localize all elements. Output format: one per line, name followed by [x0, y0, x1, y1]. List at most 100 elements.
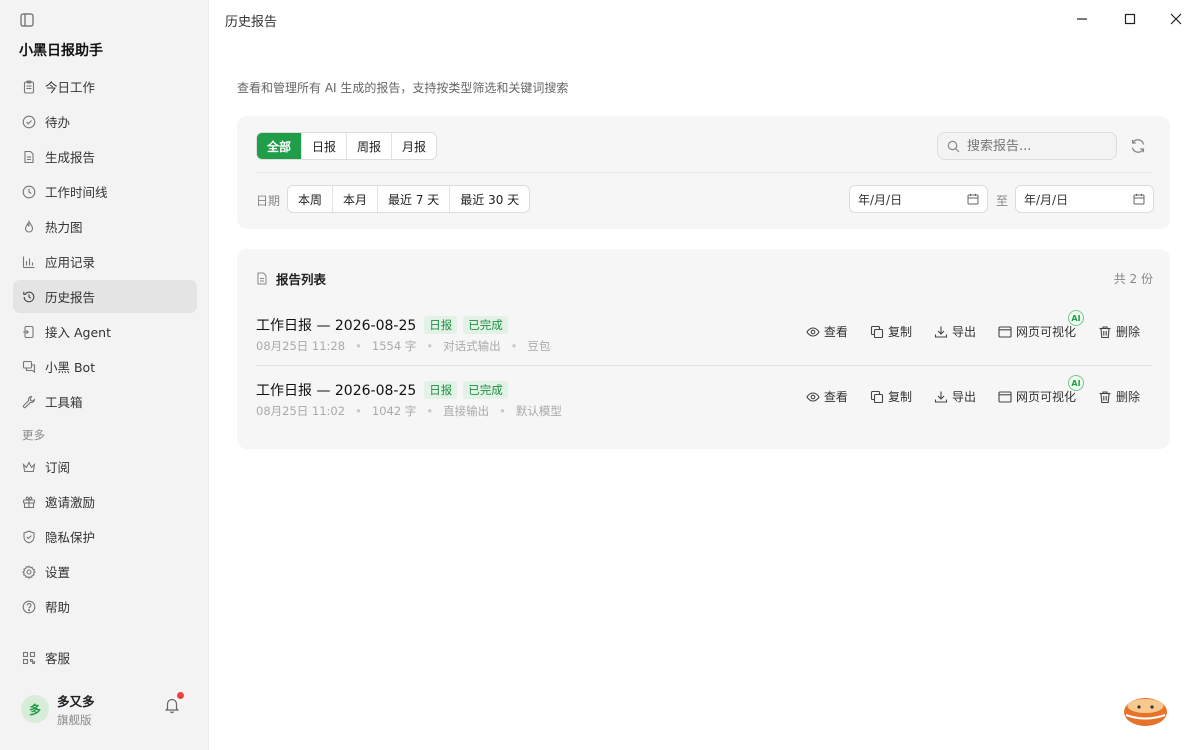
sidebar-item-bot[interactable]: 小黑 Bot	[13, 350, 197, 383]
window-title: 历史报告	[225, 15, 278, 30]
status-badge: 已完成	[463, 316, 508, 334]
calendar-icon[interactable]	[967, 193, 979, 205]
sidebar-item-invite[interactable]: 邀请激励	[13, 485, 197, 518]
shield-icon	[23, 530, 35, 543]
sidebar-item-todo[interactable]: 待办	[13, 105, 197, 138]
date-from-value: 年/月/日	[858, 192, 903, 207]
avatar: 多	[21, 695, 49, 723]
document-icon	[24, 150, 34, 163]
sidebar-item-settings[interactable]: 设置	[13, 555, 197, 588]
view-button[interactable]: 查看	[806, 323, 848, 340]
filter-weekly[interactable]: 周报	[347, 133, 393, 159]
sidebar-item-label: 待办	[45, 115, 71, 130]
ai-badge: AI	[1067, 310, 1084, 326]
sidebar-item-app-records[interactable]: 应用记录	[13, 245, 197, 278]
eye-icon	[806, 391, 820, 402]
report-list-panel: 报告列表 共 2 份 工作日报 — 2026-08-25 日报 已完成 08月2…	[237, 249, 1170, 449]
report-title[interactable]: 工作日报 — 2026-08-25	[256, 315, 416, 335]
visualize-button[interactable]: 网页可视化 AI	[998, 375, 1084, 405]
filter-monthly[interactable]: 月报	[392, 133, 436, 159]
plug-icon	[23, 325, 34, 338]
close-icon[interactable]	[1169, 12, 1183, 26]
refresh-icon[interactable]	[1130, 138, 1146, 154]
sidebar-toggle-icon[interactable]	[20, 13, 34, 27]
date-from-field[interactable]: 年/月/日	[849, 185, 988, 213]
browser-icon	[998, 325, 1012, 338]
eye-icon	[806, 326, 820, 337]
sidebar-item-label: 工作时间线	[45, 185, 108, 200]
date-range-filter: 本周 本月 最近 7 天 最近 30 天	[287, 185, 531, 213]
date-label: 日期	[256, 194, 281, 208]
sidebar-item-label: 客服	[45, 651, 71, 666]
visualize-button[interactable]: 网页可视化 AI	[998, 310, 1084, 340]
search-input[interactable]	[967, 138, 1107, 154]
sidebar-item-history-reports[interactable]: 历史报告	[13, 280, 197, 313]
trash-icon	[1099, 390, 1111, 403]
sidebar-item-label: 生成报告	[45, 150, 96, 165]
type-badge: 日报	[424, 381, 458, 399]
maximize-icon[interactable]	[1123, 12, 1137, 26]
sidebar-item-privacy[interactable]: 隐私保护	[13, 520, 197, 553]
clock-icon	[22, 185, 36, 198]
notification-dot	[177, 692, 184, 699]
range-last-30-days[interactable]: 最近 30 天	[450, 186, 529, 212]
range-last-7-days[interactable]: 最近 7 天	[378, 186, 451, 212]
sidebar-item-timeline[interactable]: 工作时间线	[13, 175, 197, 208]
sidebar-item-label: 设置	[45, 565, 71, 580]
table-row[interactable]: 工作日报 — 2026-08-25 日报 已完成 08月25日 11:28 • 1…	[256, 301, 1152, 366]
export-button[interactable]: 导出	[934, 388, 976, 405]
filter-panel: 全部 日报 周报 月报 日期 本周 本月 最近 7 天 最近 30 天 年/月/…	[237, 116, 1170, 229]
view-button[interactable]: 查看	[806, 388, 848, 405]
report-mode: 直接输出	[443, 404, 490, 418]
sidebar-item-heatmap[interactable]: 热力图	[13, 210, 197, 243]
download-icon	[934, 326, 948, 338]
app-title: 小黑日报助手	[19, 43, 103, 59]
clipboard-icon	[23, 79, 35, 94]
minimize-icon[interactable]	[1075, 12, 1089, 26]
sidebar-item-help[interactable]: 帮助	[13, 590, 197, 623]
page-subtitle: 查看和管理所有 AI 生成的报告，支持按类型筛选和关键词搜索	[237, 81, 569, 95]
status-badge: 已完成	[463, 381, 508, 399]
flame-icon	[24, 219, 34, 233]
sidebar-item-customer-service[interactable]: 客服	[13, 641, 197, 674]
gift-icon	[22, 496, 36, 508]
user-plan: 旗舰版	[57, 712, 92, 727]
sidebar-item-today-work[interactable]: 今日工作	[13, 70, 197, 103]
help-icon	[22, 600, 36, 613]
copy-button[interactable]: 复制	[870, 323, 912, 340]
copy-button[interactable]: 复制	[870, 388, 912, 405]
search-box[interactable]	[937, 132, 1117, 160]
history-icon	[23, 291, 35, 302]
wrench-icon	[22, 395, 36, 408]
sidebar-item-agent[interactable]: 接入 Agent	[13, 315, 197, 348]
sidebar-item-label: 订阅	[45, 460, 71, 475]
sidebar-item-generate-report[interactable]: 生成报告	[13, 140, 197, 173]
table-row[interactable]: 工作日报 — 2026-08-25 日报 已完成 08月25日 11:02 • 1…	[256, 366, 1152, 431]
calendar-icon[interactable]	[1133, 193, 1145, 205]
filter-all[interactable]: 全部	[257, 133, 303, 159]
report-type-filter: 全部 日报 周报 月报	[256, 132, 438, 160]
mascot-assistant-icon[interactable]	[1123, 695, 1168, 727]
sidebar-item-label: 工具箱	[45, 395, 83, 410]
filter-daily[interactable]: 日报	[302, 133, 348, 159]
delete-button[interactable]: 删除	[1098, 388, 1140, 405]
section-more-label: 更多	[22, 428, 45, 442]
crown-icon	[22, 460, 36, 472]
browser-icon	[998, 390, 1012, 403]
qr-code-icon	[22, 651, 36, 664]
sidebar-item-label: 小黑 Bot	[45, 360, 96, 375]
sidebar-item-label: 邀请激励	[45, 495, 96, 510]
sidebar-item-subscribe[interactable]: 订阅	[13, 450, 197, 483]
range-this-month[interactable]: 本月	[333, 186, 379, 212]
sidebar-item-toolbox[interactable]: 工具箱	[13, 385, 197, 418]
gear-icon	[22, 564, 36, 579]
report-title[interactable]: 工作日报 — 2026-08-25	[256, 380, 416, 400]
chat-icon	[22, 360, 36, 373]
check-circle-icon	[22, 115, 36, 128]
export-button[interactable]: 导出	[934, 323, 976, 340]
delete-button[interactable]: 删除	[1098, 323, 1140, 340]
date-to-field[interactable]: 年/月/日	[1015, 185, 1154, 213]
range-this-week[interactable]: 本周	[288, 186, 334, 212]
copy-icon	[870, 390, 883, 403]
bar-chart-icon	[22, 256, 35, 268]
